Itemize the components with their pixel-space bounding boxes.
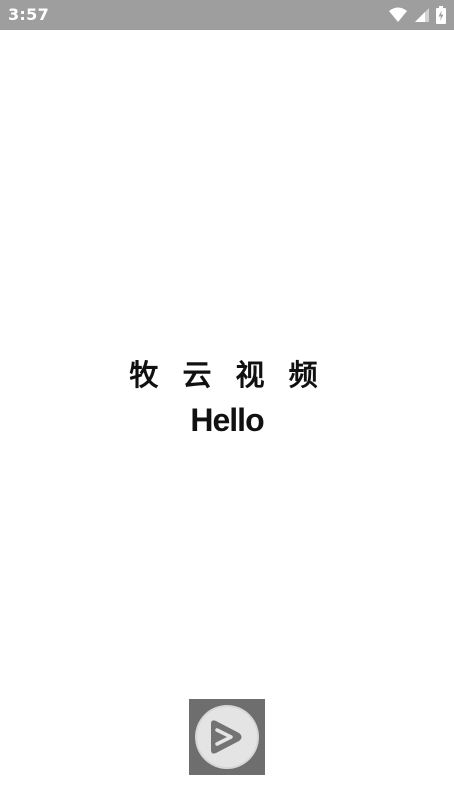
status-bar: 3:57 xyxy=(0,0,454,30)
splash-screen: 3:57 牧 云 视 频 Hello xyxy=(0,0,454,807)
wifi-icon xyxy=(388,7,408,23)
status-time: 3:57 xyxy=(8,5,49,24)
status-icons xyxy=(388,6,446,24)
cell-signal-icon xyxy=(414,7,430,23)
app-name: 牧 云 视 频 xyxy=(129,358,325,392)
battery-charging-icon xyxy=(436,6,446,24)
play-logo-icon xyxy=(189,699,265,775)
greeting-text: Hello xyxy=(190,402,264,438)
